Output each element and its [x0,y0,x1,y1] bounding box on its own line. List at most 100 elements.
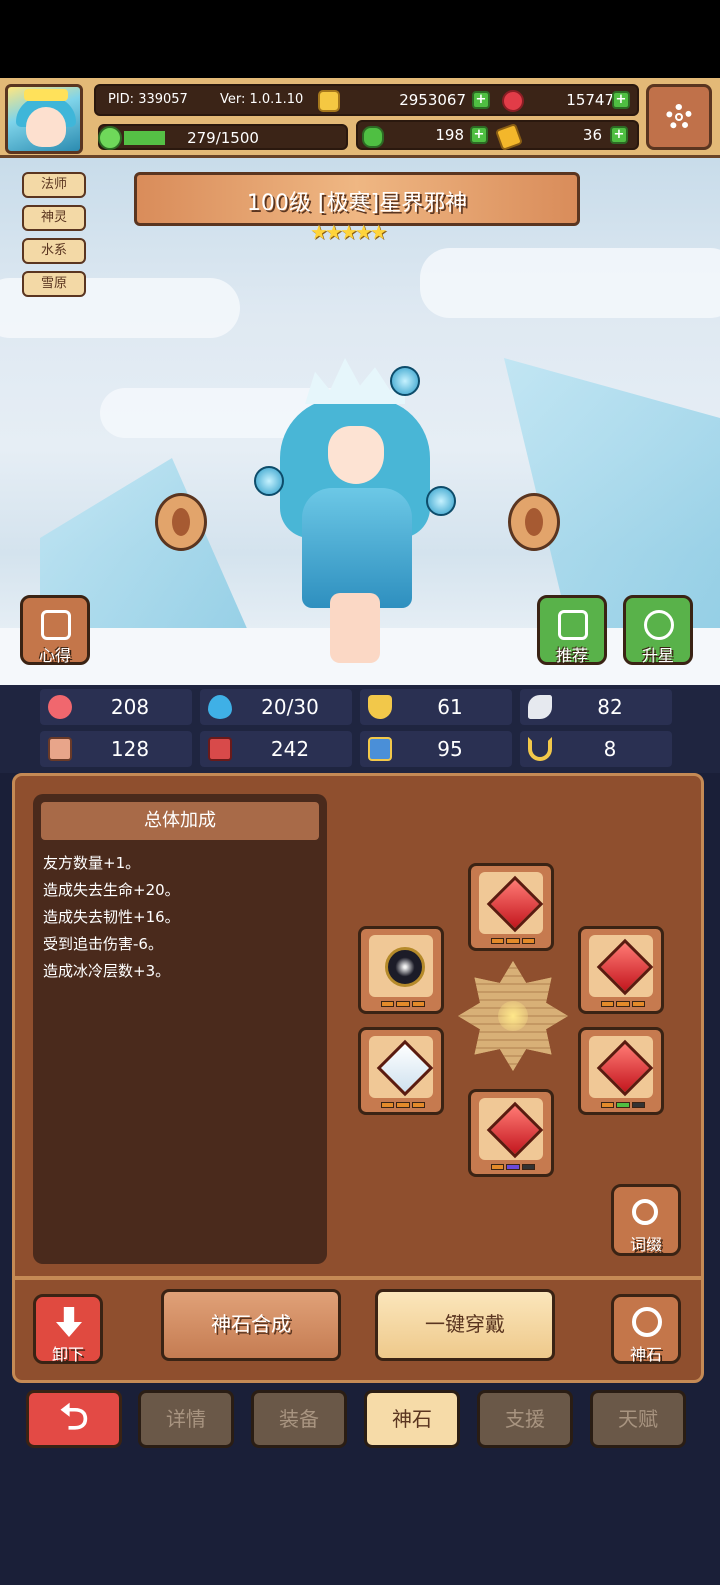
tab-details[interactable]: 详情 [138,1390,234,1448]
ice-orb [254,466,284,496]
add-gold-button[interactable]: + [472,91,490,109]
energy-value: 279/1500 [187,129,259,147]
tab-godstone[interactable]: 神石 [364,1390,460,1448]
stat-luck: 8 [520,731,672,767]
back-button[interactable]: ⮌ [26,1390,122,1448]
bonus-line: 友方数量+1。 [43,854,141,872]
tab-talent[interactable]: 天赋 [590,1390,686,1448]
add-clover-button[interactable]: + [470,126,488,144]
recommend-label: 推荐 [555,646,588,665]
energy-icon [98,126,122,150]
slot-pips [491,1164,535,1170]
player-avatar[interactable] [5,84,83,154]
red-gem-icon [596,938,654,996]
total-bonus-box: 总体加成 友方数量+1。 造成失去生命+20。 造成失去韧性+16。 受到追击伤… [33,794,327,1264]
godstone-slot-top[interactable] [468,863,554,951]
book-icon [208,737,232,761]
settings-button[interactable] [646,84,712,150]
bonus-line: 造成失去韧性+16。 [43,908,180,926]
add-key-button[interactable]: + [610,126,628,144]
tag-mage: 法师 [22,172,86,198]
status-bar [0,0,720,78]
slot-pips [601,1001,645,1007]
next-hero-button[interactable] [508,493,560,551]
stat-value: 128 [110,737,150,761]
player-id: PID: 339057 [108,92,188,107]
bonus-line: 受到追击伤害-6。 [43,935,163,953]
stat-hp: 208 [40,689,192,725]
slot-frame [369,935,433,997]
add-gem-button[interactable]: + [612,91,630,109]
ice-orb [390,366,420,396]
godstone-panel: 总体加成 友方数量+1。 造成失去生命+20。 造成失去韧性+16。 受到追击伤… [12,773,704,1383]
godstone-core [458,961,568,1071]
key-icon [494,122,524,152]
hero-character[interactable] [250,338,460,668]
energy-bar: 279/1500 [98,124,348,150]
clover-amount: 198 [435,126,464,144]
gold-amount: 2953067 [399,91,466,109]
stat-resist: 95 [360,731,512,767]
stat-value: 61 [437,695,463,719]
godstone-slot-left-top[interactable] [358,926,444,1014]
godstone-slot-left-bottom[interactable] [358,1027,444,1115]
hero-title: 100级 [极寒]星界邪神 [246,191,468,216]
red-gem-icon [486,875,544,933]
horseshoe-icon [528,737,552,761]
star-up-button[interactable]: 升星 [623,595,693,665]
unequip-button[interactable]: 卸下 [33,1294,103,1364]
slot-pips [381,1102,425,1108]
total-bonus-title: 总体加成 [41,802,319,840]
resource-row-top: PID: 339057 Ver: 1.0.1.10 2953067 + 1574… [94,84,639,116]
insight-button[interactable]: 心得 [20,595,90,665]
cloud [420,248,720,318]
godstone-slot-bottom[interactable] [468,1089,554,1177]
godstone-icon [632,1307,662,1337]
godstone-slot-right-top[interactable] [578,926,664,1014]
gear-center [675,113,683,121]
slot-pips [491,938,535,944]
hero-title-banner: 100级 [极寒]星界邪神 [134,172,580,226]
resource-row-bottom: 198 + 36 + [356,120,639,152]
godstone-button[interactable]: 神石 [611,1294,681,1364]
tab-support[interactable]: 支援 [477,1390,573,1448]
stat-speed: 82 [520,689,672,725]
water-drop-icon [208,695,232,719]
hero-scene: 法师 神灵 水系 雪原 100级 [极寒]星界邪神 ★★★★★ 心得 推荐 升星 [0,158,720,685]
magnifier-icon [632,1199,658,1225]
slot-frame [589,1036,654,1098]
tag-deity: 神灵 [22,205,86,231]
thumbs-up-icon [558,610,588,640]
slot-pips [381,1001,425,1007]
panel-divider [15,1276,701,1280]
bonus-line: 造成冰冷层数+3。 [43,962,171,980]
wing-icon [528,695,552,719]
slot-pips [601,1102,645,1108]
equip-all-button[interactable]: 一键穿戴 [375,1289,555,1361]
stat-value: 208 [110,695,150,719]
stat-mana: 20/30 [200,689,352,725]
godstone-slot-right-bottom[interactable] [578,1027,664,1115]
slot-frame [589,935,654,997]
tab-equipment[interactable]: 装备 [251,1390,347,1448]
black-orb-icon [385,947,425,987]
star-icon [644,610,674,640]
slot-frame [369,1036,434,1098]
affix-button[interactable]: 词缀 [611,1184,681,1256]
avatar-crown [24,89,68,101]
godstone-synth-button[interactable]: 神石合成 [161,1289,341,1361]
recommend-button[interactable]: 推荐 [537,595,607,665]
tag-snowfield: 雪原 [22,271,86,297]
stat-value: 95 [437,737,463,761]
gem-amount: 15747 [566,91,614,109]
stat-value: 82 [597,695,623,719]
hero-legs [330,593,380,663]
prev-hero-button[interactable] [155,493,207,551]
slot-frame [479,1098,544,1160]
hero-dress [302,488,412,608]
core-glow [498,1001,528,1031]
resource-panel: PID: 339057 Ver: 1.0.1.10 2953067 + 1574… [94,84,639,156]
arrow-down-icon [56,1307,82,1337]
godstone-label: 神石 [629,1345,662,1364]
unequip-label: 卸下 [51,1345,84,1364]
